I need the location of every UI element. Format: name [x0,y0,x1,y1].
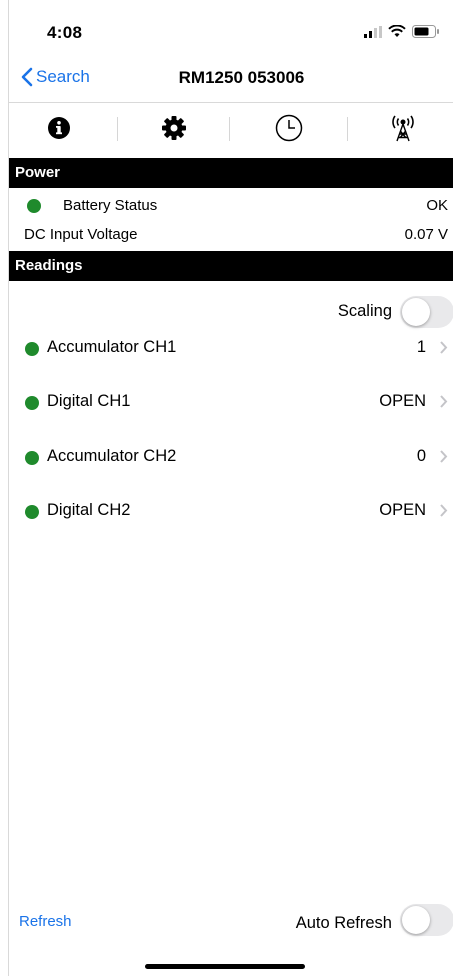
reading-row[interactable]: Accumulator CH2 0 [9,447,453,503]
dc-input-voltage-label: DC Input Voltage [24,226,138,243]
reading-row[interactable]: Accumulator CH1 1 [9,338,453,394]
nav-bar: Search RM1250 053006 [9,60,453,103]
chevron-right-icon [440,395,448,408]
battery-status-indicator [27,199,41,213]
home-indicator[interactable] [145,964,305,969]
auto-refresh-toggle[interactable] [400,904,453,936]
readings-section-header: Readings [9,251,453,281]
tab-history[interactable] [259,103,319,153]
status-icons [364,25,440,38]
auto-refresh-label: Auto Refresh [295,914,392,932]
reading-value: 0 [416,447,426,465]
scaling-toggle[interactable] [400,296,453,328]
tab-divider [229,117,230,141]
reading-value: 1 [416,338,426,356]
reading-row[interactable]: Digital CH1 OPEN [9,392,453,448]
page-title: RM1250 053006 [178,68,305,87]
reading-label: Digital CH1 [47,392,131,410]
reading-value: OPEN [379,392,426,410]
signal-icon [364,25,382,38]
tab-settings[interactable] [144,103,204,153]
antenna-icon [392,115,414,142]
battery-status-value: OK [426,197,448,214]
tab-divider [117,117,118,141]
reading-label: Digital CH2 [47,501,131,519]
chevron-right-icon [440,341,448,354]
wifi-icon [388,25,406,37]
scaling-label: Scaling [337,302,392,320]
status-indicator [25,342,39,356]
status-bar: 4:08 [9,0,453,60]
toggle-knob [402,298,430,326]
dc-input-voltage-value: 0.07 V [404,226,448,243]
status-indicator [25,505,39,519]
info-icon [48,117,70,139]
reading-label: Accumulator CH1 [47,338,177,356]
reading-row[interactable]: Digital CH2 OPEN [9,501,453,557]
tab-info[interactable] [29,103,89,153]
reading-label: Accumulator CH2 [47,447,177,465]
reading-value: OPEN [379,501,426,519]
tab-wireless[interactable] [373,103,433,153]
app-frame: 4:08 Search RM1250 053006 Power Battery … [8,0,453,976]
gear-icon [162,116,186,140]
status-indicator [25,396,39,410]
toggle-knob [402,906,430,934]
battery-status-label: Battery Status [63,197,158,214]
clock-icon [275,114,303,142]
refresh-button[interactable]: Refresh [19,913,72,930]
status-time: 4:08 [47,23,83,42]
bottom-toolbar: Refresh Auto Refresh [9,890,453,950]
tab-divider [347,117,348,141]
status-indicator [25,451,39,465]
power-section-header: Power [9,158,453,188]
chevron-right-icon [440,450,448,463]
tab-bar [9,103,453,153]
battery-icon [412,25,439,38]
chevron-right-icon [440,504,448,517]
